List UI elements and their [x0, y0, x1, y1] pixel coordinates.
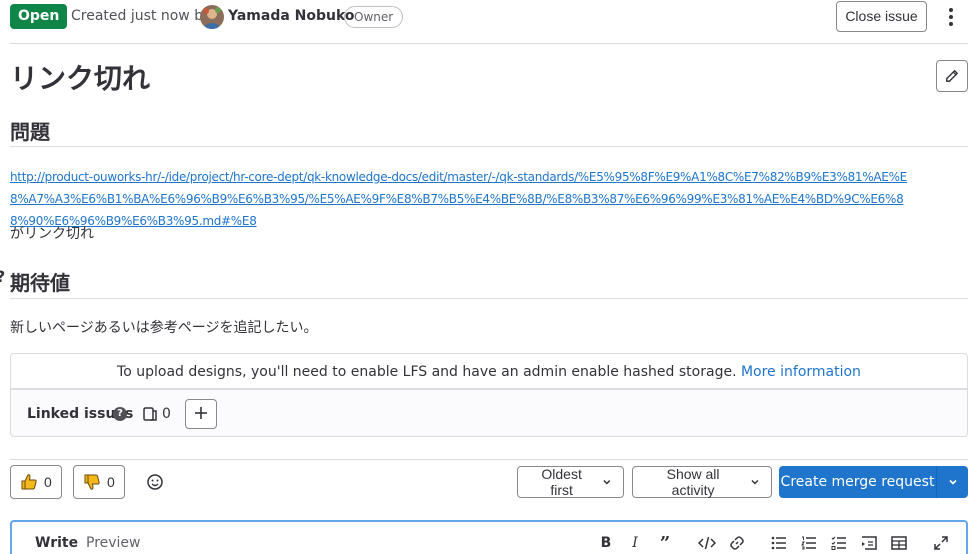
bold-icon[interactable]: B	[597, 534, 615, 552]
create-merge-request-label[interactable]: Create merge request	[779, 474, 936, 490]
designs-message: To upload designs, you'll need to enable…	[117, 364, 737, 380]
link-icon[interactable]	[728, 534, 746, 552]
thumbs-up-button[interactable]: 0	[10, 465, 62, 499]
activity-filter-label: Show all activity	[666, 466, 720, 498]
merge-request-options-toggle[interactable]	[937, 477, 968, 487]
thumbs-up-icon	[21, 474, 37, 490]
role-badge: Owner	[344, 6, 404, 28]
fullscreen-icon[interactable]	[932, 534, 950, 552]
broken-link[interactable]: http://product-ouworks-hr/-/ide/project/…	[10, 166, 910, 232]
section-heading: 問題	[10, 120, 50, 144]
designs-notice: To upload designs, you'll need to enable…	[10, 353, 968, 389]
edit-title-button[interactable]	[936, 60, 968, 92]
pencil-icon	[946, 70, 958, 82]
quote-icon[interactable]: ”	[656, 533, 674, 554]
thumbs-down-button[interactable]: 0	[73, 465, 125, 499]
plus-icon	[195, 406, 207, 419]
add-reaction-icon[interactable]	[143, 470, 167, 494]
thumbs-up-count: 0	[44, 474, 52, 490]
more-information-link[interactable]: More information	[741, 364, 861, 380]
code-icon[interactable]	[698, 534, 716, 552]
numbered-list-icon[interactable]	[800, 534, 818, 552]
task-list-icon[interactable]	[830, 534, 848, 552]
heading-anchor-icon[interactable]: ?	[0, 267, 5, 286]
add-linked-issue-button[interactable]	[185, 399, 217, 429]
section-heading: 期待値	[10, 271, 70, 295]
body-text: 新しいページあるいは参考ページを追記したい。	[10, 320, 318, 336]
chevron-down-icon	[603, 480, 611, 485]
italic-icon[interactable]: I	[626, 534, 644, 552]
create-merge-request-button[interactable]: Create merge request	[779, 466, 968, 498]
thumbs-down-count: 0	[107, 474, 115, 490]
close-issue-button[interactable]: Close issue	[836, 1, 927, 32]
sort-dropdown[interactable]: Oldest first	[517, 466, 624, 498]
issues-icon	[143, 407, 157, 421]
avatar[interactable]	[200, 5, 224, 29]
chevron-down-icon	[751, 479, 759, 485]
divider	[10, 146, 968, 147]
activity-filter-dropdown[interactable]: Show all activity	[632, 466, 772, 498]
tab-write[interactable]: Write	[35, 535, 78, 551]
more-actions-icon[interactable]	[940, 4, 962, 30]
body-text: がリンク切れ	[10, 226, 94, 242]
question-icon[interactable]: ?	[113, 407, 127, 421]
chevron-down-icon	[948, 479, 957, 485]
divider	[10, 43, 968, 44]
collapsible-icon[interactable]	[860, 534, 878, 552]
bullet-list-icon[interactable]	[770, 534, 788, 552]
linked-issues-count: 0	[162, 406, 171, 422]
created-text: Created just now by	[71, 8, 212, 24]
divider	[10, 298, 968, 299]
thumbs-down-icon	[84, 474, 100, 490]
tab-preview[interactable]: Preview	[86, 535, 141, 551]
table-icon[interactable]	[890, 534, 908, 552]
author-name[interactable]: Yamada Nobuko	[228, 8, 355, 24]
status-badge: Open	[10, 4, 68, 29]
divider	[10, 459, 968, 460]
comment-editor: Write Preview B I ”	[10, 520, 968, 554]
issue-title: リンク切れ	[10, 62, 151, 95]
sort-label: Oldest first	[541, 466, 582, 498]
linked-issues-panel: Linked issues ? 0	[10, 389, 968, 437]
